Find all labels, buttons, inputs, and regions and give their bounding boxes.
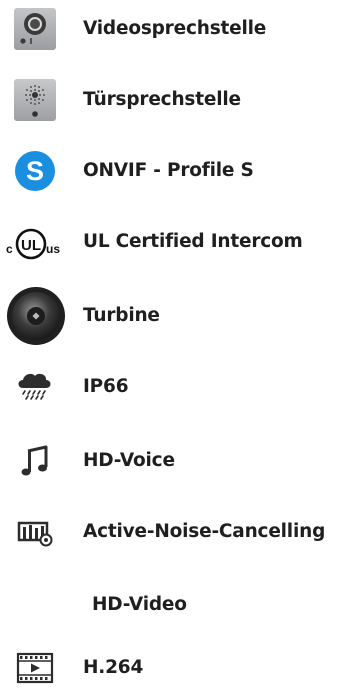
feature-item-turbine: Turbine	[0, 287, 359, 345]
feature-label: ONVIF - Profile S	[83, 160, 254, 181]
feature-item-h264: H.264	[0, 643, 359, 693]
feature-item-hd-video: HD-Video	[0, 580, 359, 630]
rain-cloud-icon	[6, 362, 64, 412]
feature-label: H.264	[83, 657, 144, 678]
svg-text:S: S	[26, 156, 44, 186]
svg-text:UL: UL	[21, 237, 41, 254]
music-note-icon	[6, 436, 64, 486]
onvif-s-icon: S	[6, 146, 64, 196]
svg-text:us: us	[46, 242, 60, 256]
feature-label: HD-Video	[92, 594, 187, 615]
noise-cancelling-icon	[6, 507, 64, 557]
feature-label: UL Certified Intercom	[83, 231, 303, 252]
feature-item-onvif: S ONVIF - Profile S	[0, 146, 359, 196]
audio-door-station-icon	[6, 75, 64, 125]
feature-item-active-noise-cancelling: Active-Noise-Cancelling	[0, 507, 359, 557]
turbine-icon	[4, 285, 68, 347]
video-film-icon	[6, 643, 64, 693]
video-door-station-icon	[6, 4, 64, 54]
ul-certified-icon: c UL us	[0, 217, 80, 267]
feature-item-ul-certified: c UL us UL Certified Intercom	[0, 217, 359, 267]
feature-label: Türsprechstelle	[83, 89, 241, 110]
feature-item-video-door-station: Videosprechstelle	[0, 4, 359, 54]
feature-item-ip66: IP66	[0, 362, 359, 412]
feature-label: Videosprechstelle	[83, 18, 267, 39]
feature-label: IP66	[83, 376, 129, 397]
feature-list: Videosprechstelle Türsprechstelle S ONVI…	[0, 0, 359, 693]
feature-label: Active-Noise-Cancelling	[83, 521, 326, 542]
feature-item-hd-voice: HD-Voice	[0, 436, 359, 486]
feature-label: HD-Voice	[83, 450, 175, 471]
feature-item-audio-door-station: Türsprechstelle	[0, 75, 359, 125]
svg-text:c: c	[6, 242, 13, 256]
feature-label: Turbine	[83, 305, 160, 326]
